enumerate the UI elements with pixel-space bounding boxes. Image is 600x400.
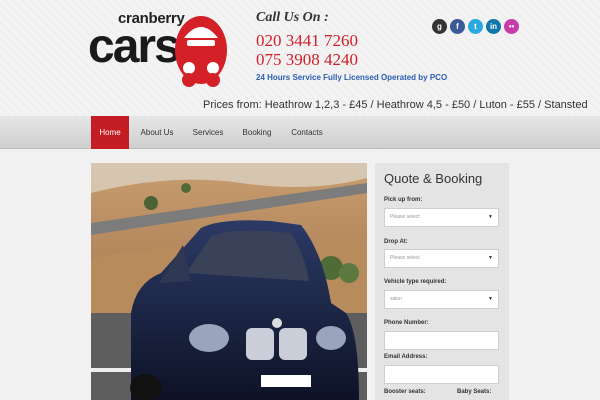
call-us-block: Call Us On : 020 3441 7260 075 3908 4240… <box>256 10 447 82</box>
google-icon[interactable]: g <box>432 19 447 34</box>
main-nav: Home About Us Services Booking Contacts <box>0 116 600 149</box>
pickup-label: Pick up from: <box>384 197 423 203</box>
nav-home[interactable]: Home <box>91 116 129 149</box>
service-tagline: 24 Hours Service Fully Licensed Operated… <box>256 73 448 82</box>
email-label: Email Address: <box>384 354 428 360</box>
vehicle-select-value: salon <box>390 296 402 302</box>
hero-car-image <box>91 163 367 400</box>
chevron-down-icon: ▼ <box>488 296 493 302</box>
nav-contacts[interactable]: Contacts <box>285 116 329 149</box>
logo-main-text: cars <box>88 20 181 73</box>
drop-select-value: Please select <box>390 255 420 261</box>
pickup-select-value: Please select <box>390 214 420 220</box>
pickup-select[interactable]: Please select ▼ <box>384 208 499 227</box>
site-header: cranberry cars Call Us On : 020 3441 726… <box>0 0 600 116</box>
phone-label: Phone Number: <box>384 320 429 326</box>
phone-number-1[interactable]: 020 3441 7260 <box>256 31 447 50</box>
drop-select[interactable]: Please select ▼ <box>384 249 499 268</box>
quote-title: Quote & Booking <box>384 171 483 186</box>
baby-seats-label: Baby Seats: <box>457 389 492 395</box>
chevron-down-icon: ▼ <box>488 255 493 261</box>
car-photo <box>91 163 367 400</box>
vehicle-select[interactable]: salon ▼ <box>384 290 499 309</box>
email-input[interactable] <box>384 365 499 384</box>
call-us-label: Call Us On : <box>256 10 329 25</box>
social-links: g f t in •• <box>432 19 519 34</box>
nav-about-us[interactable]: About Us <box>135 116 179 149</box>
vehicle-label: Vehicle type required: <box>384 279 447 285</box>
phone-number-2[interactable]: 075 3908 4240 <box>256 50 447 69</box>
nav-services[interactable]: Services <box>188 116 228 149</box>
car-logo-icon <box>175 16 227 87</box>
chevron-down-icon: ▼ <box>488 214 493 220</box>
nav-booking[interactable]: Booking <box>237 116 277 149</box>
booster-seats-label: Booster seats: <box>384 389 426 395</box>
site-logo[interactable]: cranberry cars <box>88 6 228 90</box>
linkedin-icon[interactable]: in <box>486 19 501 34</box>
facebook-icon[interactable]: f <box>450 19 465 34</box>
drop-label: Drop At: <box>384 239 408 245</box>
main-content: Quote & Booking Pick up from: Please sel… <box>0 149 600 400</box>
twitter-icon[interactable]: t <box>468 19 483 34</box>
quote-booking-panel: Quote & Booking Pick up from: Please sel… <box>375 163 509 400</box>
flickr-icon[interactable]: •• <box>504 19 519 34</box>
prices-ticker: Prices from: Heathrow 1,2,3 - £45 / Heat… <box>203 99 588 111</box>
phone-input[interactable] <box>384 331 499 350</box>
